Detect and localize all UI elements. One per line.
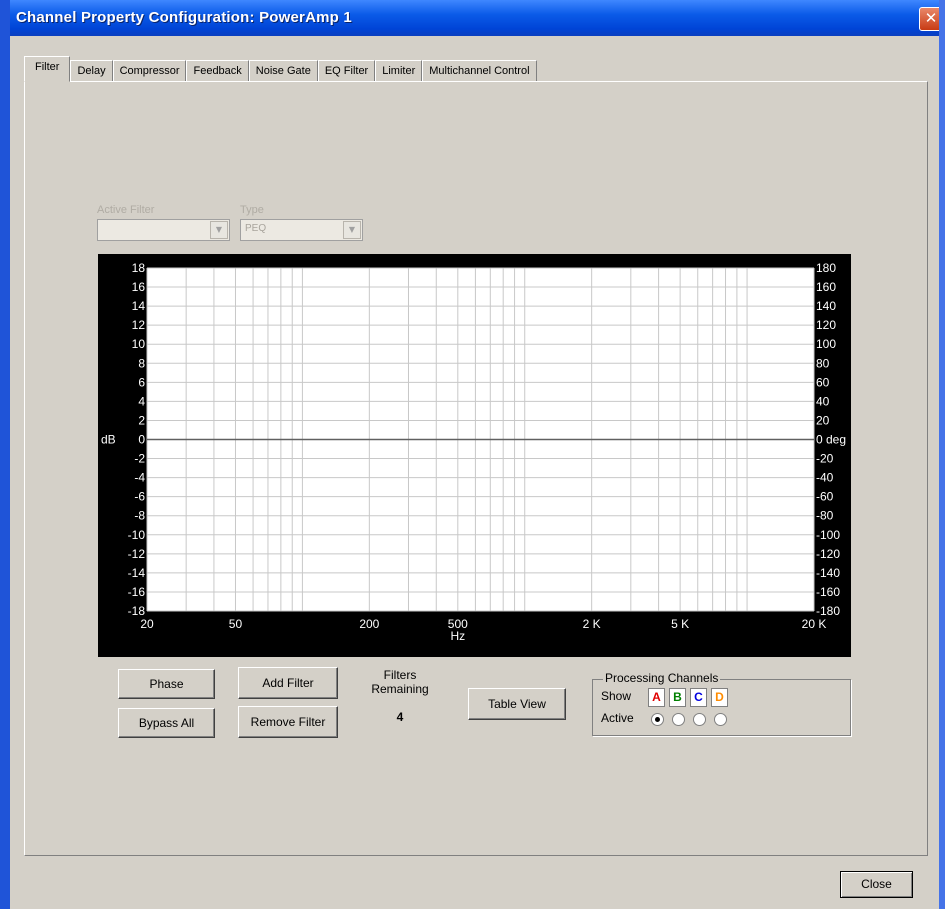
x-tick-label: 20 (140, 617, 154, 631)
window-frame-left (0, 0, 10, 909)
tab-delay[interactable]: Delay (70, 60, 113, 82)
add-filter-button[interactable]: Add Filter (238, 667, 338, 699)
y-right-tick-label: 120 (816, 318, 836, 332)
type-value: PEQ (245, 223, 267, 234)
x-tick-label: 5 K (671, 617, 689, 631)
y-left-tick-label: 8 (138, 356, 145, 370)
active-filter-dropdown[interactable]: ▼ (97, 219, 230, 241)
remove-filter-button[interactable]: Remove Filter (238, 706, 338, 738)
bypass-all-button[interactable]: Bypass All (118, 708, 215, 738)
channel-a-show-toggle[interactable]: A (648, 688, 665, 707)
y-left-tick-label: 0 (138, 433, 145, 447)
filter-tab-panel: Active Filter ▼ Type PEQ ▼ 18 16 14 12 10 8 6 4… (24, 81, 928, 856)
x-tick-label: 50 (229, 617, 243, 631)
tab-strip: Filter Delay Compressor Feedback Noise G… (24, 56, 537, 82)
frequency-response-chart: 181614121086420-2-4-6-8-10-12-14-16-1818… (101, 261, 846, 643)
y-right-tick-label: -80 (816, 509, 834, 523)
channel-d-active-radio[interactable] (714, 713, 727, 726)
tab-feedback[interactable]: Feedback (186, 60, 249, 82)
tab-compressor[interactable]: Compressor (112, 60, 187, 82)
y-left-tick-label: 6 (138, 375, 145, 389)
x-tick-label: 2 K (583, 617, 601, 631)
tab-eq-filter[interactable]: EQ Filter (317, 60, 376, 82)
y-left-tick-label: 4 (138, 394, 145, 408)
y-right-tick-label: -20 (816, 452, 834, 466)
frequency-response-graph[interactable]: 18 16 14 12 10 8 6 4 2 0 -2 -4 -6 -8 -10 -12 -14 -16 -18 18… (98, 254, 851, 657)
y-right-tick-label: 180 (816, 261, 836, 275)
filters-remaining-count: 4 (396, 710, 404, 724)
y-left-tick-label: 18 (132, 261, 146, 275)
chevron-down-icon: ▼ (210, 221, 228, 239)
y-left-tick-label: 16 (132, 280, 146, 294)
show-label: Show (601, 689, 632, 703)
y-left-tick-label: -6 (134, 490, 145, 504)
y-left-tick-label: -2 (134, 452, 145, 466)
y-right-tick-label: 160 (816, 280, 836, 294)
channel-c-show-toggle[interactable]: C (690, 688, 707, 707)
y-left-tick-label: -14 (128, 566, 146, 580)
y-left-tick-label: -16 (128, 585, 146, 599)
y-right-tick-label: -100 (816, 528, 840, 542)
tab-limiter[interactable]: Limiter (375, 60, 423, 82)
window-frame-right (939, 0, 945, 909)
channel-a-active-radio[interactable] (651, 713, 664, 726)
filters-remaining-label-2: Remaining (371, 682, 429, 696)
y-right-tick-label: 40 (816, 394, 830, 408)
y-right-tick-label: -140 (816, 566, 840, 580)
tab-noise-gate[interactable]: Noise Gate (248, 60, 318, 82)
channel-b-active-radio[interactable] (672, 713, 685, 726)
channel-d-show-toggle[interactable]: D (711, 688, 728, 707)
y-right-tick-label: 0 deg (816, 433, 846, 447)
y-right-tick-label: 80 (816, 356, 830, 370)
channel-c-active-radio[interactable] (693, 713, 706, 726)
chevron-down-icon: ▼ (343, 221, 361, 239)
phase-button[interactable]: Phase (118, 669, 215, 699)
y-right-tick-label: 20 (816, 413, 830, 427)
y-left-tick-label: 2 (138, 413, 145, 427)
y-left-tick-label: -10 (128, 528, 146, 542)
y-left-tick-label: -4 (134, 471, 145, 485)
active-label: Active (601, 711, 634, 725)
window-title: Channel Property Configuration: PowerAmp… (16, 9, 352, 26)
y-right-tick-label: -40 (816, 471, 834, 485)
dialog-client-area: Filter Delay Compressor Feedback Noise G… (10, 36, 939, 909)
processing-channels-title: Processing Channels (603, 671, 721, 685)
x-tick-label: 20 K (802, 617, 827, 631)
type-label: Type (240, 204, 264, 216)
type-dropdown[interactable]: PEQ ▼ (240, 219, 363, 241)
y-right-tick-label: 60 (816, 375, 830, 389)
y-right-tick-label: 100 (816, 337, 836, 351)
y-right-tick-label: -160 (816, 585, 840, 599)
y-right-tick-label: -60 (816, 490, 834, 504)
active-filter-label: Active Filter (97, 204, 155, 216)
y-left-tick-label: -12 (128, 547, 146, 561)
close-button[interactable]: Close (840, 871, 913, 898)
y-left-tick-label: 14 (132, 299, 146, 313)
processing-channels-group: Processing Channels Show Active A B C D (592, 671, 851, 736)
y-right-tick-label: -120 (816, 547, 840, 561)
y-left-tick-label: 12 (132, 318, 146, 332)
tab-filter[interactable]: Filter (24, 56, 71, 82)
x-axis-label: Hz (450, 629, 465, 643)
filters-remaining-label-1: Filters (383, 668, 417, 682)
y-left-tick-label: -18 (128, 604, 146, 618)
table-view-button[interactable]: Table View (468, 688, 566, 720)
y-left-axis-label: dB (101, 433, 116, 447)
title-bar[interactable]: Channel Property Configuration: PowerAmp… (0, 0, 945, 36)
channel-b-show-toggle[interactable]: B (669, 688, 686, 707)
y-left-tick-label: 10 (132, 337, 146, 351)
y-left-tick-label: -8 (134, 509, 145, 523)
y-right-tick-label: -180 (816, 604, 840, 618)
y-right-tick-label: 140 (816, 299, 836, 313)
tab-multichannel-control[interactable]: Multichannel Control (422, 60, 537, 82)
x-tick-label: 200 (359, 617, 379, 631)
dialog-window: Channel Property Configuration: PowerAmp… (0, 0, 945, 909)
